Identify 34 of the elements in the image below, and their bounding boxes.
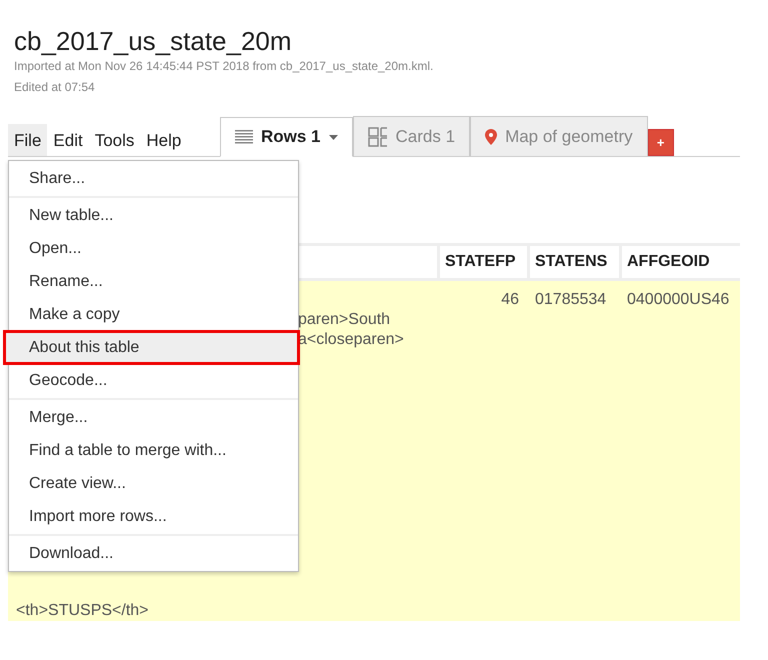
menu-option[interactable]: Merge... <box>9 401 298 434</box>
menu-option[interactable]: Open... <box>9 232 298 265</box>
menu-option[interactable]: Download... <box>9 537 298 570</box>
table-cell-text: 01785534 <box>534 290 608 310</box>
menu-option[interactable]: About this table <box>4 331 299 364</box>
map-pin-icon <box>485 128 498 144</box>
menu-option[interactable]: Rename... <box>9 265 298 298</box>
table-cell-text: 46 <box>500 290 520 310</box>
cards-icon <box>368 126 388 146</box>
menu-item[interactable]: Tools <box>88 124 140 156</box>
menu-item[interactable]: File <box>8 124 48 156</box>
caret-icon <box>328 134 338 140</box>
column-header[interactable]: AFFGEOID <box>619 246 740 278</box>
menu-option[interactable]: Import more rows... <box>9 500 298 533</box>
menu-item[interactable]: Help <box>140 124 188 156</box>
list-icon <box>235 129 253 145</box>
menu-option[interactable]: Find a table to merge with... <box>9 434 298 467</box>
menu-option[interactable]: Share... <box>9 162 298 195</box>
menu-item[interactable]: Edit <box>47 124 89 156</box>
column-header[interactable]: STATENS <box>527 246 619 278</box>
import-info: Edited at 07:54 <box>13 79 96 96</box>
table-title: cb_2017_us_state_20m <box>13 25 293 56</box>
cell-text: a<closeparen> <box>298 330 404 350</box>
cell-text: paren>South <box>298 310 390 330</box>
table-cell-text: 0400000US46 <box>626 290 730 310</box>
cell-text: <th>STUSPS</th> <box>16 601 149 621</box>
menu-option[interactable]: New table... <box>9 199 298 232</box>
add-tab-button[interactable]: + <box>648 129 674 156</box>
menu-option[interactable]: Geocode... <box>9 364 298 397</box>
import-info: Imported at Mon Nov 26 14:45:44 PST 2018 from cb_2017_us_state_20m.kml. <box>13 58 434 75</box>
menu-option[interactable]: Make a copy <box>9 298 298 331</box>
column-header[interactable]: STATEFP <box>437 246 527 278</box>
menu-option[interactable]: Create view... <box>9 467 298 500</box>
view-tab[interactable]: Rows 1 <box>220 117 353 157</box>
